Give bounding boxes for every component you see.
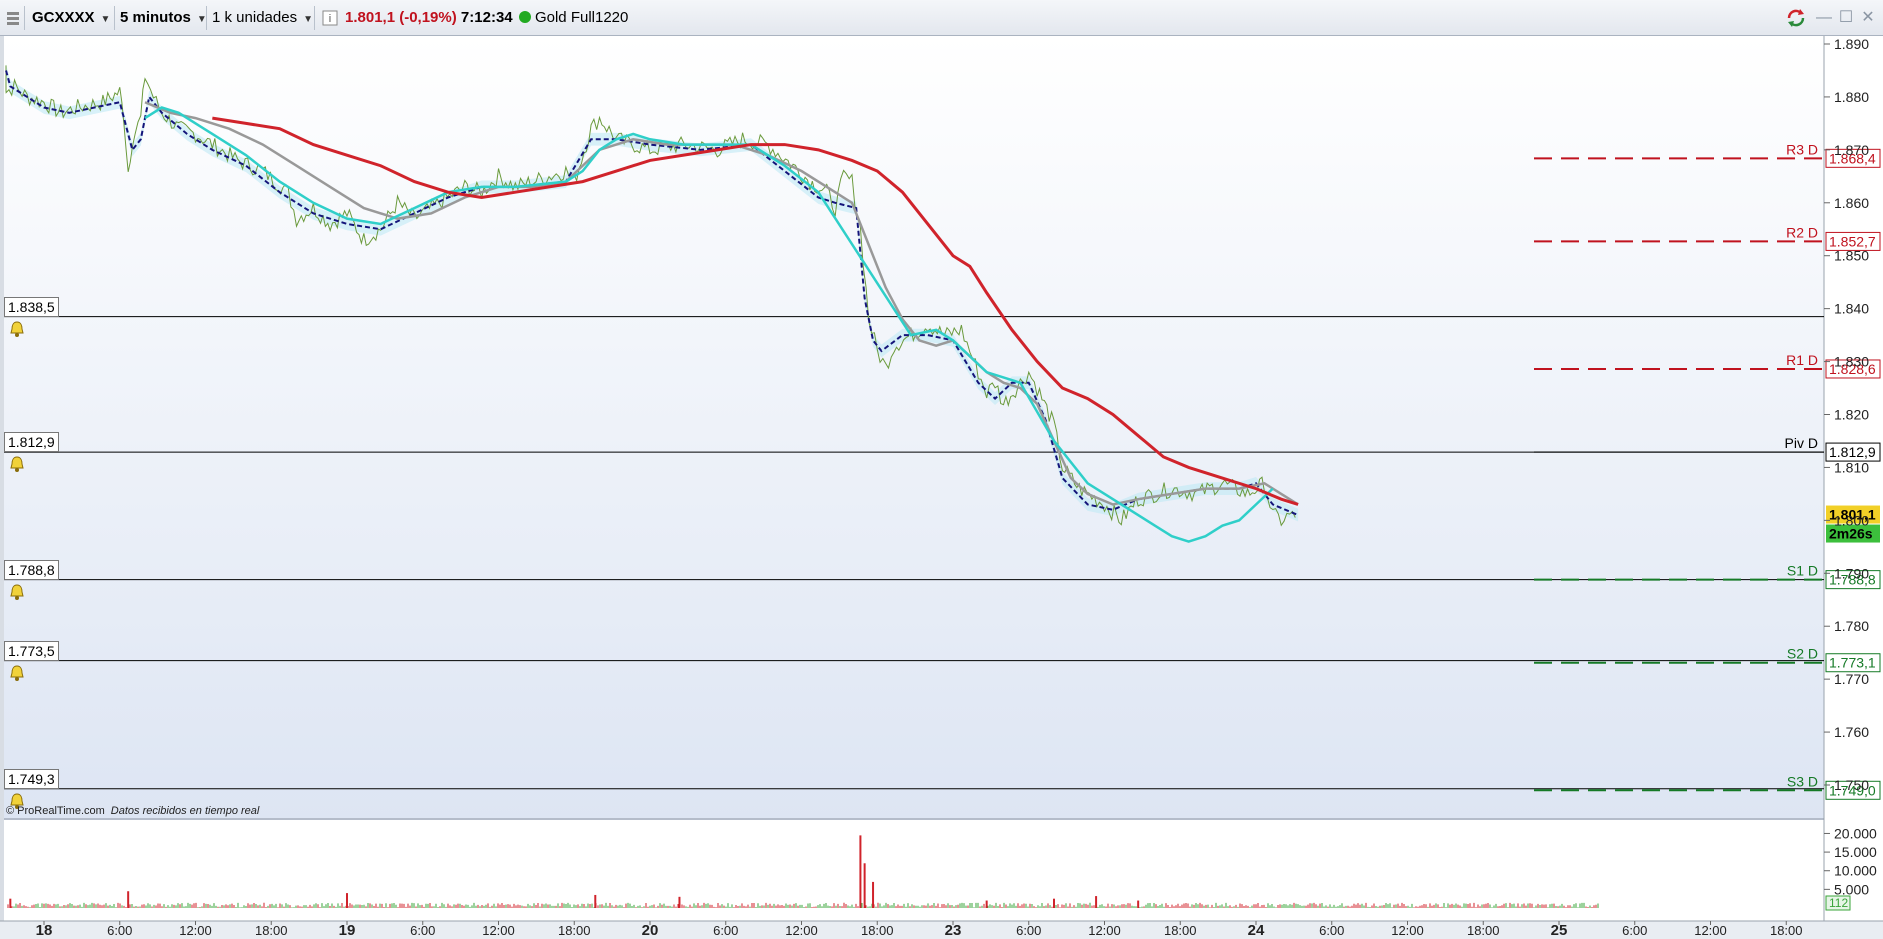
chevron-down-icon: ▼ — [303, 14, 313, 25]
volume-tick-label: 10.000 — [1834, 863, 1877, 879]
volume-tick-label: 15.000 — [1834, 844, 1877, 860]
price-tick-label: 1.760 — [1834, 724, 1869, 740]
time-tick-label: 25 — [1551, 922, 1568, 939]
price-tick-label: 1.880 — [1834, 89, 1869, 105]
bell-icon[interactable] — [8, 455, 26, 473]
chart-toolbar: GCXXXX ▼ 5 minutos ▼ 1 k unidades ▼ i 1.801… — [0, 0, 1883, 36]
time-tick-label: 24 — [1248, 922, 1265, 939]
maximize-icon[interactable]: ☐ — [1836, 8, 1856, 28]
time-tick-label: 12:00 — [179, 923, 212, 938]
price-tick-label: 1.830 — [1834, 354, 1869, 370]
time-tick-label: 18:00 — [1164, 923, 1197, 938]
pivot-name: R3 D — [1786, 141, 1818, 157]
price-tick-label: 1.800 — [1834, 512, 1869, 528]
time-tick-label: 6:00 — [1622, 923, 1647, 938]
pivot-name: S1 D — [1787, 563, 1818, 579]
time-tick-label: 6:00 — [713, 923, 738, 938]
time-tick-label: 6:00 — [410, 923, 435, 938]
bell-icon[interactable] — [8, 664, 26, 682]
svg-text:i: i — [329, 13, 331, 25]
pivot-value-label: 1.812,9 — [1829, 444, 1876, 460]
time-tick-label: 20 — [642, 922, 659, 939]
time-tick-label: 6:00 — [1016, 923, 1041, 938]
time-tick-label: 18 — [36, 922, 53, 939]
price-tick-label: 1.840 — [1834, 301, 1869, 317]
time-tick-label: 23 — [945, 922, 962, 939]
pivot-name: R1 D — [1786, 352, 1818, 368]
time-tick-label: 18:00 — [1770, 923, 1803, 938]
price-change-text: (-0,19%) — [399, 9, 457, 26]
last-volume-label: 112 — [1829, 896, 1848, 910]
time-tick-label: 18:00 — [255, 923, 288, 938]
sync-icon[interactable] — [1785, 8, 1805, 28]
pivot-name: S2 D — [1787, 646, 1818, 662]
price-tick-label: 1.750 — [1834, 777, 1869, 793]
units-label: 1 k unidades — [212, 9, 298, 26]
time-tick-label: 12:00 — [1088, 923, 1121, 938]
timeframe-selector[interactable]: 5 minutos ▼ — [120, 6, 207, 30]
window-menu-icon[interactable] — [6, 6, 20, 30]
price-tick-label: 1.820 — [1834, 407, 1869, 423]
pivot-name: Piv D — [1785, 435, 1818, 451]
chevron-down-icon: ▼ — [100, 14, 111, 25]
timeframe-label: 5 minutos — [120, 9, 191, 26]
alert-level-label[interactable]: 1.788,8 — [4, 559, 59, 580]
price-tick-label: 1.770 — [1834, 671, 1869, 687]
time-tick-label: 18:00 — [1467, 923, 1500, 938]
price-tick-label: 1.850 — [1834, 248, 1869, 264]
time-tick-label: 6:00 — [1319, 923, 1344, 938]
volume-tick-label: 5.000 — [1834, 881, 1869, 897]
price-tick-label: 1.890 — [1834, 36, 1869, 52]
price-axis-background — [1824, 36, 1883, 939]
time-tick-label: 12:00 — [1694, 923, 1727, 938]
time-tick-label: 19 — [339, 922, 356, 939]
instrument-name: Gold Full1220 — [534, 9, 629, 26]
price-tick-label: 1.780 — [1834, 618, 1869, 634]
pivot-name: S3 D — [1787, 773, 1818, 789]
symbol-label: GCXXXX — [32, 9, 95, 26]
time-tick-label: 6:00 — [107, 923, 132, 938]
price-chart[interactable]: R3 D1.868,4R2 D1.852,7R1 D1.828,6Piv D1.… — [0, 36, 1883, 939]
realtime-text: Datos recibidos en tiempo real — [110, 805, 260, 817]
price-tick-label: 1.860 — [1834, 195, 1869, 211]
minimize-icon[interactable]: — — [1814, 8, 1834, 28]
symbol-selector[interactable]: GCXXXX ▼ — [32, 6, 110, 30]
close-icon[interactable]: ✕ — [1858, 8, 1878, 28]
last-price-text: 1.801,1 — [345, 9, 396, 26]
alert-level-label[interactable]: 1.812,9 — [4, 432, 59, 453]
copyright-text: © ProRealTime.com — [6, 805, 105, 817]
info-icon[interactable]: i — [322, 6, 338, 30]
price-tick-label: 1.790 — [1834, 565, 1869, 581]
volume-tick-label: 20.000 — [1834, 825, 1877, 841]
price-status: 1.801,1 (-0,19%) 7:12:34 Gold Full1220 — [345, 6, 628, 30]
price-tick-label: 1.870 — [1834, 142, 1869, 158]
pivot-value-label: 1.773,1 — [1829, 655, 1876, 671]
price-tick-label: 1.810 — [1834, 459, 1869, 475]
time-tick-label: 12:00 — [785, 923, 818, 938]
bell-icon[interactable] — [8, 320, 26, 338]
status-dot-icon — [518, 11, 531, 23]
time-tick-label: 18:00 — [558, 923, 591, 938]
clock-text: 7:12:34 — [460, 9, 513, 26]
data-source-note: © ProRealTime.com Datos recibidos en tiem… — [6, 805, 259, 817]
pivot-name: R2 D — [1786, 224, 1818, 240]
bell-icon[interactable] — [8, 583, 26, 601]
alert-level-label[interactable]: 1.773,5 — [4, 640, 59, 661]
alert-level-label[interactable]: 1.838,5 — [4, 296, 59, 317]
time-tick-label: 12:00 — [482, 923, 515, 938]
units-selector[interactable]: 1 k unidades ▼ — [212, 6, 313, 30]
alert-level-label[interactable]: 1.749,3 — [4, 768, 59, 789]
time-tick-label: 18:00 — [861, 923, 894, 938]
time-tick-label: 12:00 — [1391, 923, 1424, 938]
